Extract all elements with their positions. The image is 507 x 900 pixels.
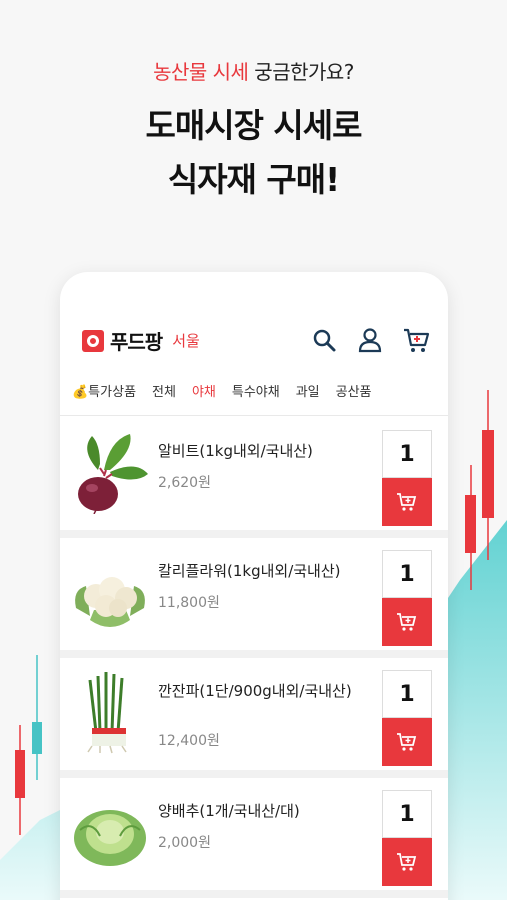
tab-fruits[interactable]: 과일 <box>288 378 328 415</box>
cart-icon[interactable] <box>402 326 430 354</box>
subtitle-accent: 농산물 시세 <box>153 60 249 84</box>
cabbage-image <box>74 810 146 866</box>
region-selector[interactable]: 서울 <box>172 330 200 351</box>
product-price: 2,000원 <box>158 835 211 851</box>
promo-title-line2: 식자재 구매! <box>167 160 340 199</box>
add-to-cart-button[interactable] <box>382 838 432 886</box>
tab-special-vegetables[interactable]: 특수야채 <box>224 378 288 415</box>
tab-vegetables[interactable]: 야채 <box>184 378 224 423</box>
search-icon[interactable] <box>310 326 338 354</box>
green-onion-image <box>87 672 127 754</box>
category-tabs: 💰특가상품 전체 야채 특수야채 과일 공산품 <box>60 378 448 423</box>
product-price: 12,400원 <box>158 733 220 749</box>
product-name: 칼리플라워(1kg내외/국내산) <box>158 562 341 580</box>
logo-icon <box>82 329 104 352</box>
add-cart-icon <box>397 613 417 631</box>
promo-title: 도매시장 시세로 식자재 구매! <box>0 99 507 207</box>
add-to-cart-button[interactable] <box>382 478 432 526</box>
product-price: 2,620원 <box>158 475 211 491</box>
promo-subtitle: 농산물 시세 궁금한가요? <box>0 56 507 85</box>
product-name: 양배추(1개/국내산/대) <box>158 802 300 820</box>
product-item[interactable]: 알비트(1kg내외/국내산) 2,620원 1 <box>60 418 448 538</box>
app-header: 푸드팡 서울 <box>60 272 448 360</box>
quantity-value[interactable]: 1 <box>382 670 432 718</box>
product-item[interactable]: 칼리플라워(1kg내외/국내산) 11,800원 1 <box>60 538 448 658</box>
cauliflower-image <box>75 577 145 627</box>
product-price: 11,800원 <box>158 595 220 611</box>
add-to-cart-button[interactable] <box>382 718 432 766</box>
add-to-cart-button[interactable] <box>382 598 432 646</box>
product-name: 깐잔파(1단/900g내외/국내산) <box>158 682 352 700</box>
quantity-value[interactable]: 1 <box>382 430 432 478</box>
promo-headline: 농산물 시세 궁금한가요? 도매시장 시세로 식자재 구매! <box>0 56 507 207</box>
product-list: 알비트(1kg내외/국내산) 2,620원 1 칼리플라워(1kg내외/국내산)… <box>60 418 448 898</box>
user-icon[interactable] <box>356 326 384 354</box>
brand-name: 푸드팡 <box>110 330 163 354</box>
phone-mockup: 푸드팡 서울 💰특가상품 전체 야채 특수야채 과일 공산품 알비트(1kg내외… <box>60 272 448 900</box>
add-cart-icon <box>397 853 417 871</box>
tab-all[interactable]: 전체 <box>144 378 184 415</box>
product-item[interactable]: 깐잔파(1단/900g내외/국내산) 12,400원 1 <box>60 658 448 778</box>
brand-logo[interactable]: 푸드팡 서울 <box>82 326 200 355</box>
product-item[interactable]: 양배추(1개/국내산/대) 2,000원 1 <box>60 778 448 898</box>
add-cart-icon <box>397 733 417 751</box>
tab-industrial-goods[interactable]: 공산품 <box>328 378 380 415</box>
add-cart-icon <box>397 493 417 511</box>
subtitle-rest: 궁금한가요? <box>248 60 354 84</box>
tab-special-offers[interactable]: 💰특가상품 <box>60 378 144 415</box>
beet-image <box>78 434 148 514</box>
promo-title-line1: 도매시장 시세로 <box>145 106 362 145</box>
quantity-value[interactable]: 1 <box>382 550 432 598</box>
quantity-value[interactable]: 1 <box>382 790 432 838</box>
header-actions <box>310 326 430 354</box>
product-name: 알비트(1kg내외/국내산) <box>158 442 313 460</box>
